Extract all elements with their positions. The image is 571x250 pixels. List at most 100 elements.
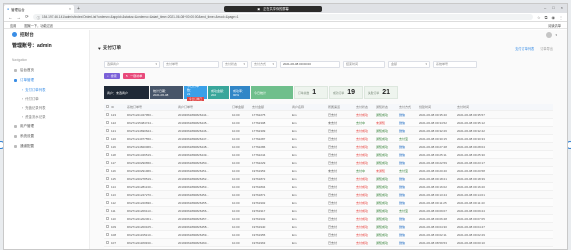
table-cell: 20193661890826451... <box>178 168 209 173</box>
table-cell: 已支付 <box>328 232 338 237</box>
table-cell: 未通知 <box>376 168 386 173</box>
share-icon: ▣ <box>257 6 261 11</box>
table-cell: D6271215484744... <box>127 120 154 125</box>
table-cell: 2021-06-08 09:22:59 <box>419 160 447 165</box>
table-cell: 支付成功 <box>356 216 369 221</box>
search-button[interactable]: ⌕ 搜索 <box>104 73 120 79</box>
table-cell: D6271221346519... <box>127 152 154 157</box>
star-icon[interactable]: ☆ <box>537 15 541 20</box>
sidebar-subitem-payout[interactable]: › 代付订单 <box>4 94 89 103</box>
order-no-input[interactable]: 支付单号 <box>163 61 219 68</box>
url-field[interactable]: ⓘ 154.197.46.141/admin/index/OrderList?o… <box>32 14 534 20</box>
table-cell: 2021-06-08 09:35:57 <box>457 112 485 117</box>
table-cell: 已支付 <box>328 144 338 149</box>
sidebar-item-channels[interactable]: 通道配置 <box>4 141 89 151</box>
status-select[interactable]: 支付状态 ▾ <box>222 61 248 68</box>
sidebar-subitem-label: 资金流水记录 <box>25 115 46 119</box>
status-select-label: 支付状态 <box>225 62 238 67</box>
rate-summary: 成功率： 90% <box>230 86 250 99</box>
chevron-down-icon[interactable]: ▾ <box>555 33 557 37</box>
sidebar-item-home[interactable]: 后台首页 <box>4 65 89 75</box>
maximize-icon[interactable]: □ <box>552 5 554 10</box>
table-cell: 2021-06-08 09:13:44 <box>419 192 447 197</box>
table-cell: D6271221281130... <box>127 184 154 189</box>
sidebar-subitem-flow[interactable]: › 资金流水记录 <box>4 112 89 121</box>
table-cell: 支付成功 <box>356 232 369 237</box>
user-menu[interactable]: ▾ <box>546 32 557 38</box>
red-tag: 今日订单已 <box>187 97 204 101</box>
date-summary: 统计日期： 2021-06-08 <box>150 86 183 99</box>
table-cell: 2021-06-08 09:09:24 <box>457 208 485 213</box>
browser-tab[interactable]: ● 管理后台 × <box>4 5 74 13</box>
method-select[interactable]: 支付方式 ▾ <box>251 61 277 68</box>
stat-success: 成功订单 19 <box>329 86 363 99</box>
table-cell: Em <box>292 136 297 141</box>
rate-value: 90% <box>233 92 240 97</box>
bookmark-item[interactable]: 图案一下，功能过滤 <box>24 23 53 28</box>
table-cell: 已支付 <box>328 128 338 133</box>
minimize-icon[interactable]: – <box>544 5 546 10</box>
sidebar-subitem-pay-orders[interactable]: › 支付订单列表 <box>4 85 89 94</box>
table-row: 114 D6271221281130... 20193661890826453...… <box>104 183 553 191</box>
table-cell: Em <box>292 160 297 165</box>
table-cell: 已支付 <box>328 200 338 205</box>
end-time-input[interactable]: 结束时间 <box>343 61 385 68</box>
table-cell: 2021-06-08 09:30:33 <box>457 136 485 141</box>
table-cell: 支付成功 <box>356 208 369 213</box>
bookmark-apps[interactable]: 应用 <box>10 23 16 28</box>
breadcrumb-link[interactable]: 支付订单列表 <box>515 46 534 51</box>
sys-order-input[interactable]: 系统单号 <box>433 61 477 68</box>
table-cell: D6271221220830... <box>127 200 154 205</box>
chevron-down-icon: ▾ <box>425 62 427 67</box>
table-cell: 10.00 <box>232 120 240 125</box>
stat-value: 1 <box>312 89 317 96</box>
table-cell: 已支付 <box>328 192 338 197</box>
bulk-repair-button[interactable]: ↻ 一键补单 <box>122 73 146 79</box>
table-cell: 已支付 <box>328 160 338 165</box>
table-cell: 2021-06-08 09:30:15 <box>419 136 447 141</box>
close-tab-icon[interactable]: × <box>69 7 71 11</box>
order-count-summary: 今日订单数： 21 今日订单已 <box>184 84 207 101</box>
close-window-icon[interactable]: × <box>561 5 563 10</box>
profile-icon[interactable]: ◉ <box>552 15 556 20</box>
table-cell: 2021-06-08 09:16:02 <box>419 184 447 189</box>
table-cell: 113 <box>111 192 116 197</box>
table-header-row: ID 系统订单号 商户订单号 订单金额 支付金额 商户名称 所属渠道 支付状态 通知状态 支付方式… <box>104 104 553 111</box>
order-count-value: 21 <box>187 92 191 96</box>
table-cell: 108 <box>111 232 117 237</box>
stat-failed: 失败订单 21 <box>364 86 398 99</box>
reading-list[interactable]: 阅读清单 <box>548 23 561 28</box>
table-cell: 微信 <box>399 176 406 181</box>
table-row: 108 D6271221195210... 20193661890826459...… <box>104 231 553 239</box>
amount-select[interactable]: 金额 ▾ <box>388 61 430 68</box>
table-cell: Em <box>292 232 297 237</box>
brand-logo-icon <box>12 32 17 37</box>
avatar[interactable] <box>546 32 553 38</box>
table-cell: 20193661890826459... <box>178 232 209 237</box>
breadcrumb-current[interactable]: 订单导出 <box>540 46 553 51</box>
sidebar-item-orders[interactable]: 订单管理 <box>4 75 89 85</box>
table-cell: 10.00 <box>232 216 240 221</box>
table-cell: 2021-06-08 09:18:39 <box>457 176 485 181</box>
sidebar-item-label: 系统设置 <box>20 133 34 138</box>
new-tab-icon[interactable]: + <box>77 6 80 12</box>
extensions-icon[interactable]: ⧉ <box>545 15 548 20</box>
back-icon[interactable]: ← <box>8 15 13 20</box>
admin-label: 管理账号： <box>12 43 38 49</box>
reload-icon[interactable]: ⟳ <box>25 14 29 20</box>
forward-icon[interactable]: → <box>17 15 22 20</box>
sidebar-item-label: 订单管理 <box>20 77 34 82</box>
start-time-input[interactable]: 2021-06-08 00:00:00 <box>280 61 340 68</box>
table-cell: 20193661890826448... <box>178 144 209 149</box>
menu-icon[interactable]: ⋮ <box>559 15 563 20</box>
sidebar-item-users[interactable]: 用户管理 <box>4 121 89 131</box>
sidebar-subitem-recharge[interactable]: › 充值记录列表 <box>4 103 89 112</box>
screen-share-pill[interactable]: ▣ 正在共享你的屏幕 <box>224 5 322 12</box>
sidebar-item-settings[interactable]: 系统设置 <box>4 131 89 141</box>
bullet-icon: › <box>22 87 24 92</box>
table-cell: 20193661890826446... <box>178 128 209 133</box>
stats-label: 今日统计 <box>254 90 267 95</box>
merchant-select[interactable]: 选择商户 ▾ <box>104 61 160 68</box>
table-cell: 10.00 <box>232 152 240 157</box>
table-cell: 已支付 <box>328 112 338 117</box>
